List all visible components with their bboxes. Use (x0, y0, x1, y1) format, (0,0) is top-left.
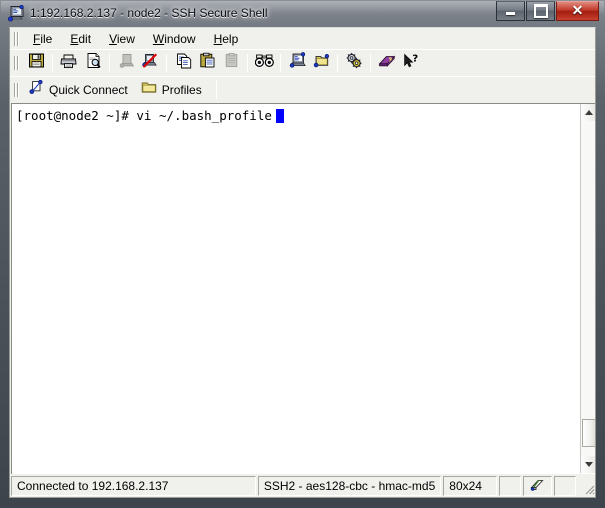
connect-icon (118, 52, 135, 74)
minimize-button[interactable] (496, 1, 525, 21)
find-button[interactable] (252, 52, 276, 75)
quick-connect-label: Quick Connect (49, 82, 128, 97)
menu-window[interactable]: Window (145, 30, 204, 48)
settings-button[interactable] (342, 52, 366, 75)
toolbar: ? (10, 49, 595, 76)
menu-edit[interactable]: Edit (62, 30, 99, 48)
print-button[interactable] (57, 52, 81, 75)
terminal-prompt-text: [root@node2 ~]# vi ~/.bash_profile (16, 108, 272, 123)
status-icon-panel[interactable] (522, 476, 553, 496)
menubar-drag-grip[interactable] (12, 31, 20, 47)
scroll-down-arrow[interactable] (581, 456, 595, 473)
transfer-status-icon (530, 478, 545, 495)
menubar: File Edit View Window Help (10, 28, 595, 49)
print-preview-button[interactable] (81, 52, 105, 75)
toolbar-drag-grip[interactable] (12, 55, 20, 71)
new-terminal-button[interactable] (309, 52, 333, 75)
toolbar-separator (280, 54, 281, 72)
status-terminal-size: 80x24 (443, 476, 497, 496)
new-terminal-icon (313, 52, 330, 74)
terminal-screen[interactable]: [root@node2 ~]# vi ~/.bash_profile (12, 104, 580, 473)
folder-icon (141, 80, 157, 99)
svg-text:?: ? (412, 53, 418, 64)
print-preview-icon (85, 52, 102, 74)
toolbar-separator (52, 54, 53, 72)
copy-button[interactable] (171, 52, 195, 75)
scroll-down-arrow-icon (585, 462, 593, 467)
status-connection: Connected to 192.168.2.137 (11, 476, 256, 496)
maximize-glyph-icon (527, 2, 554, 20)
scroll-thumb[interactable] (582, 419, 595, 447)
help-button[interactable] (375, 52, 399, 75)
settings-icon (345, 52, 363, 74)
new-file-transfer-button[interactable] (285, 52, 309, 75)
print-clipboard-icon (223, 52, 240, 74)
toolbar-separator (166, 54, 167, 72)
toolbar-separator (247, 54, 248, 72)
titlebar[interactable]: 1:192.168.2.137 - node2 - SSH Secure She… (0, 0, 605, 27)
toolbar-separator (109, 54, 110, 72)
scrollbar-track[interactable] (581, 121, 595, 456)
maximize-button[interactable] (526, 1, 555, 21)
ssh-terminal-icon (7, 4, 25, 22)
quick-connect-icon (29, 79, 44, 100)
status-cipher: SSH2 - aes128-cbc - hmac-md5 (257, 476, 442, 496)
window-title: 1:192.168.2.137 - node2 - SSH Secure She… (30, 6, 268, 20)
client-area: File Edit View Window Help ? Quick Conne… (9, 27, 596, 498)
terminal-cursor (275, 108, 284, 123)
statusbar: Connected to 192.168.2.137 SSH2 - aes128… (10, 474, 595, 497)
minimize-glyph-icon (497, 2, 524, 20)
context-help-icon: ? (402, 53, 420, 74)
paste-icon (199, 52, 216, 74)
save-button[interactable] (24, 52, 48, 75)
menu-file[interactable]: File (25, 30, 60, 48)
new-file-transfer-icon (289, 52, 306, 74)
connectbar-separator (215, 80, 217, 99)
print-icon (60, 52, 78, 74)
scroll-up-arrow[interactable] (581, 104, 595, 121)
paste-button[interactable] (195, 52, 219, 75)
connect-toolbar: Quick Connect Profiles (10, 76, 595, 102)
connectbar-drag-grip[interactable] (12, 82, 20, 98)
profiles-label: Profiles (161, 82, 202, 97)
copy-icon (175, 52, 192, 74)
print-clipboard-button[interactable] (219, 52, 243, 75)
status-blank-panel-1 (498, 476, 521, 496)
scroll-up-arrow-icon (585, 110, 593, 115)
terminal-line: [root@node2 ~]# vi ~/.bash_profile (16, 108, 580, 123)
toolbar-separator (337, 54, 338, 72)
disconnect-button[interactable] (138, 52, 162, 75)
quick-connect-button[interactable]: Quick Connect (24, 79, 136, 100)
help-book-icon (378, 53, 396, 73)
menu-view[interactable]: View (101, 30, 143, 48)
disconnect-icon (141, 52, 159, 74)
save-icon (28, 52, 45, 74)
window-frame: 1:192.168.2.137 - node2 - SSH Secure She… (0, 0, 605, 508)
status-blank-panel-2 (554, 476, 577, 496)
find-icon (254, 53, 274, 73)
resize-grip[interactable] (580, 476, 595, 496)
close-button[interactable]: ✕ (556, 1, 599, 21)
close-glyph-icon: ✕ (571, 3, 584, 19)
toolbar-separator (370, 54, 371, 72)
terminal-panel: [root@node2 ~]# vi ~/.bash_profile (11, 103, 595, 474)
vertical-scrollbar[interactable] (580, 104, 595, 473)
profiles-button[interactable]: Profiles (136, 79, 210, 100)
connect-button[interactable] (114, 52, 138, 75)
context-help-button[interactable]: ? (399, 52, 423, 75)
menu-help[interactable]: Help (206, 30, 247, 48)
